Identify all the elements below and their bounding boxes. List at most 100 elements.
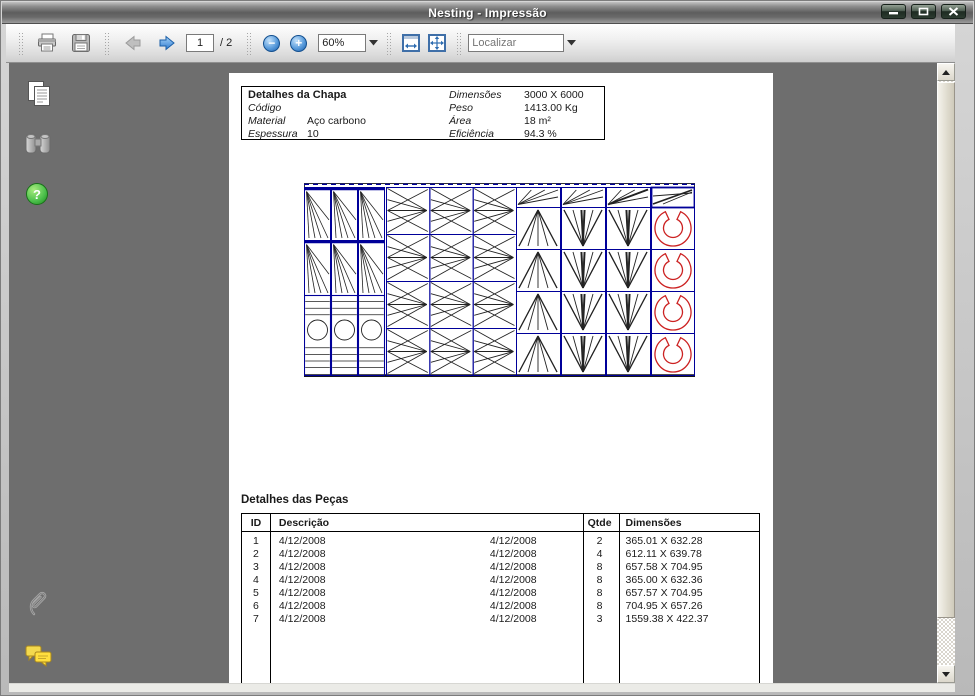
vertical-scrollbar[interactable] [937, 63, 955, 683]
chevron-down-icon [567, 40, 576, 46]
binoculars-icon [23, 131, 53, 156]
page-thumbnails-button[interactable] [26, 80, 53, 113]
field-value: Aço carbono [307, 115, 366, 128]
cell-description-end: 4/12/2008 [490, 600, 537, 613]
save-button[interactable] [68, 30, 94, 56]
column-header-qty: Qtde [582, 514, 618, 531]
column-header-description: Descrição [270, 514, 582, 531]
cell-description: 4/12/2008 4/12/2008 [270, 587, 582, 600]
cell-dims: 657.57 X 704.95 [618, 587, 759, 600]
field-label: Material [248, 115, 307, 128]
maximize-icon [918, 7, 929, 16]
application-window: Nesting - Impressão [0, 0, 975, 696]
zoom-in-button[interactable]: + [290, 35, 307, 52]
cell-qty: 8 [582, 587, 618, 600]
cell-id: 7 [242, 613, 270, 626]
cell-description-end: 4/12/2008 [490, 613, 537, 626]
window-bottom-edge [9, 683, 955, 692]
cell-dims: 365.01 X 632.28 [618, 535, 759, 548]
cell-qty: 8 [582, 561, 618, 574]
toolbar-grip [18, 31, 24, 55]
sheet-details-title: Detalhes da Chapa [248, 89, 366, 102]
cell-id: 5 [242, 587, 270, 600]
minimize-button[interactable] [881, 4, 906, 19]
field-label: Dimensões [449, 89, 524, 102]
minimize-icon [888, 7, 899, 16]
toolbar-grip [386, 31, 392, 55]
comments-button[interactable] [25, 644, 53, 673]
preview-area: ? Detalhes da Chapa [9, 63, 937, 683]
cell-description-start: 4/12/2008 [279, 574, 326, 586]
fit-width-button[interactable] [402, 34, 420, 52]
search-input[interactable] [468, 34, 564, 52]
arrow-left-icon [123, 34, 143, 52]
field-value: 3000 X 6000 [524, 89, 584, 102]
find-button[interactable] [23, 131, 53, 161]
cell-description: 4/12/20084/12/2008 [270, 548, 582, 561]
field-value: 1413.00 Kg [524, 102, 578, 115]
table-row: 44/12/20084/12/20088365.00 X 632.36 [242, 574, 759, 587]
help-icon: ? [25, 182, 49, 206]
cell-dims: 1559.38 X 422.37 [618, 613, 759, 626]
table-row: 14/12/20084/12/20082365.01 X 632.28 [242, 535, 759, 548]
scroll-down-button[interactable] [937, 665, 955, 683]
print-button[interactable] [34, 30, 60, 56]
cell-description: 4/12/20084/12/2008 [270, 561, 582, 574]
zoom-out-button[interactable]: − [263, 35, 280, 52]
attachments-button[interactable] [26, 591, 52, 624]
cell-dims: 612.11 X 639.78 [618, 548, 759, 561]
save-icon [71, 33, 91, 53]
parts-table-title: Detalhes das Peças [241, 494, 348, 506]
help-button[interactable]: ? [25, 182, 49, 211]
cell-id: 2 [242, 548, 270, 561]
cell-description-start: 4/12/2008 [279, 587, 326, 599]
field-label: Peso [449, 102, 524, 115]
column-header-id: ID [242, 514, 270, 531]
comments-icon [25, 644, 53, 668]
search-dropdown-arrow[interactable] [564, 34, 578, 52]
cell-dims: 365.00 X 632.36 [618, 574, 759, 587]
fit-page-icon [430, 36, 444, 50]
zoom-level-input[interactable] [318, 34, 366, 52]
table-row: 5 4/12/2008 4/12/2008 8657.57 X 704.95 [242, 587, 759, 600]
scroll-up-button[interactable] [937, 63, 955, 81]
cell-description-start: 4/12/2008 [279, 600, 326, 612]
field-label: Espessura [248, 128, 307, 141]
printer-icon [36, 33, 58, 53]
cell-id: 6 [242, 600, 270, 613]
cell-description: 4/12/2008 4/12/2008 [270, 600, 582, 613]
cell-description-end: 4/12/2008 [490, 561, 537, 574]
next-page-button[interactable] [154, 30, 180, 56]
fit-width-icon [404, 36, 418, 50]
cell-description-end: 4/12/2008 [490, 587, 537, 600]
title-bar: Nesting - Impressão [2, 2, 973, 24]
table-row: 24/12/20084/12/20084612.11 X 639.78 [242, 548, 759, 561]
field-value: 94.3 % [524, 128, 557, 141]
pages-icon [26, 80, 53, 108]
column-header-dims: Dimensões [618, 514, 759, 531]
cell-dims: 704.95 X 657.26 [618, 600, 759, 613]
page-number-input[interactable] [186, 34, 214, 52]
maximize-button[interactable] [911, 4, 936, 19]
cell-description-start: 4/12/2008 [279, 548, 326, 560]
table-row: 74/12/20084/12/200831559.38 X 422.37 [242, 613, 759, 626]
field-label: Área [449, 115, 524, 128]
cell-qty: 3 [582, 613, 618, 626]
triangle-up-icon [942, 70, 950, 75]
cell-description: 4/12/20084/12/2008 [270, 535, 582, 548]
parts-table: ID Descrição Qtde Dimensões 14/12/20084/… [241, 513, 760, 683]
fit-page-button[interactable] [428, 34, 446, 52]
field-label: Código [248, 102, 307, 115]
previous-page-button[interactable] [120, 30, 146, 56]
nesting-diagram [304, 183, 695, 377]
cell-qty: 2 [582, 535, 618, 548]
cell-id: 1 [242, 535, 270, 548]
close-button[interactable] [941, 4, 966, 19]
cell-qty: 4 [582, 548, 618, 561]
zoom-dropdown-arrow[interactable] [366, 34, 380, 52]
cell-description: 4/12/20084/12/2008 [270, 574, 582, 587]
parts-table-body: 14/12/20084/12/20082365.01 X 632.2824/12… [242, 535, 759, 626]
field-value: 10 [307, 128, 319, 141]
scrollbar-thumb[interactable] [937, 82, 955, 618]
toolbar-grip [456, 31, 462, 55]
